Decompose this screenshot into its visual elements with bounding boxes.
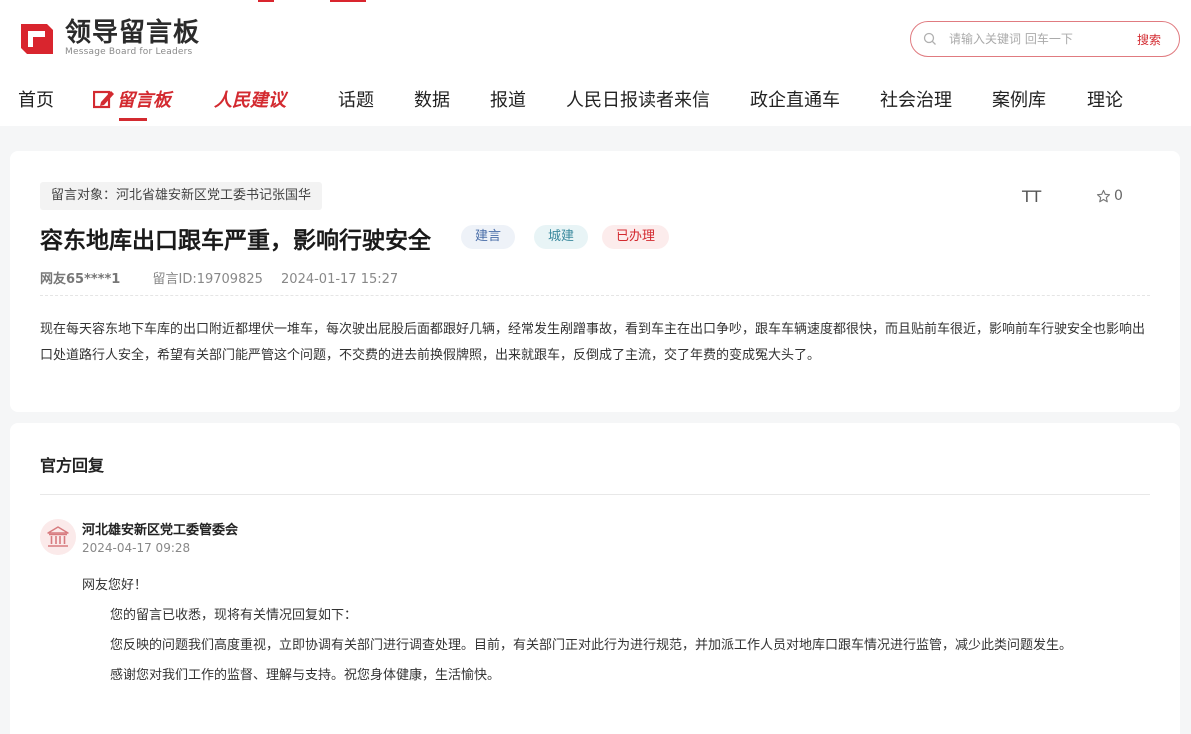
message-id: 留言ID:19709825 (152, 272, 263, 287)
top-accent-strip (258, 0, 274, 2)
divider (40, 494, 1150, 495)
government-building-icon (40, 519, 76, 555)
nav-item-theory[interactable]: 理论 (1087, 86, 1123, 112)
site-logo[interactable]: 领导留言板 Message Board for Leaders (17, 18, 200, 58)
nav-item-social-governance[interactable]: 社会治理 (880, 86, 952, 112)
nav-item-message-board-label: 留言板 (117, 90, 171, 111)
nav-item-home[interactable]: 首页 (18, 86, 54, 112)
logo-subtitle: Message Board for Leaders (65, 46, 193, 57)
top-accent-strip (330, 0, 366, 2)
nav-active-indicator (119, 118, 147, 121)
nav-item-data[interactable]: 数据 (414, 86, 450, 112)
message-meta: 网友65****1 留言ID:19709825 2024-01-17 15:27 (40, 268, 398, 287)
logo-title: 领导留言板 (65, 17, 201, 48)
reply-date: 2024-04-17 09:28 (82, 541, 191, 555)
message-datetime: 2024-01-17 15:27 (281, 272, 399, 287)
nav-item-reports[interactable]: 报道 (490, 86, 526, 112)
font-size-icon[interactable]: TT (1022, 187, 1041, 206)
reply-line: 您的留言已收悉，现将有关情况回复如下： (110, 608, 358, 623)
nav-item-readers-letters[interactable]: 人民日报读者来信 (566, 86, 710, 112)
favorite-count: 0 (1114, 188, 1123, 204)
reply-line: 感谢您对我们工作的监督、理解与支持。祝您身体健康，生活愉快。 (110, 668, 501, 683)
search-input[interactable] (949, 29, 1129, 49)
author-name: 网友65****1 (40, 272, 121, 287)
reply-line: 您反映的问题我们高度重视，立即协调有关部门进行调查处理。目前，有关部门正对此行为… (110, 638, 1073, 653)
search-button[interactable]: 搜索 (1137, 31, 1161, 48)
star-icon (1096, 189, 1111, 202)
message-card: 留言对象：河北省雄安新区党工委书记张国华 TT 0 容东地库出口跟车严重，影响行… (10, 151, 1180, 412)
tag-suggestion[interactable]: 建言 (461, 225, 516, 249)
nav-item-message-board[interactable]: 留言板 (93, 86, 171, 112)
nav-item-topics[interactable]: 话题 (338, 86, 374, 112)
search-box: 搜索 (910, 21, 1180, 57)
status-badge: 已办理 (602, 225, 670, 249)
search-icon (923, 32, 936, 45)
nav-item-case-library[interactable]: 案例库 (992, 86, 1046, 112)
reply-heading: 官方回复 (40, 456, 105, 475)
main-nav: 首页 留言板 人民建议 话题 数据 报道 人民日报读者来信 政企直通车 社会治理… (0, 80, 1191, 121)
message-target: 留言对象：河北省雄安新区党工委书记张国华 (40, 182, 323, 210)
tag-urban-construction[interactable]: 城建 (534, 225, 589, 249)
official-reply-card: 官方回复 河北雄安新区党工委管委会 2024-04-17 09:28 网友您好！… (10, 423, 1180, 734)
divider (40, 295, 1150, 296)
reply-org-name: 河北雄安新区党工委管委会 (82, 523, 239, 538)
nav-item-gov-enterprise[interactable]: 政企直通车 (750, 86, 840, 112)
site-header: 领导留言板 Message Board for Leaders 搜索 首页 留言… (0, 0, 1191, 126)
reply-line: 网友您好！ (82, 578, 148, 593)
pencil-icon (93, 90, 114, 109)
favorite-button[interactable]: 0 (1096, 188, 1123, 204)
message-title: 容东地库出口跟车严重，影响行驶安全 (40, 228, 431, 254)
reply-body: 网友您好！ 您的留言已收悉，现将有关情况回复如下： 您反映的问题我们高度重视，立… (82, 571, 1162, 691)
message-content: 现在每天容东地下车库的出口附近都埋伏一堆车，每次驶出屁股后面都跟好几辆，经常发生… (40, 322, 1146, 363)
nav-item-people-suggestion[interactable]: 人民建议 (214, 86, 286, 112)
logo-mark-icon (21, 24, 53, 54)
